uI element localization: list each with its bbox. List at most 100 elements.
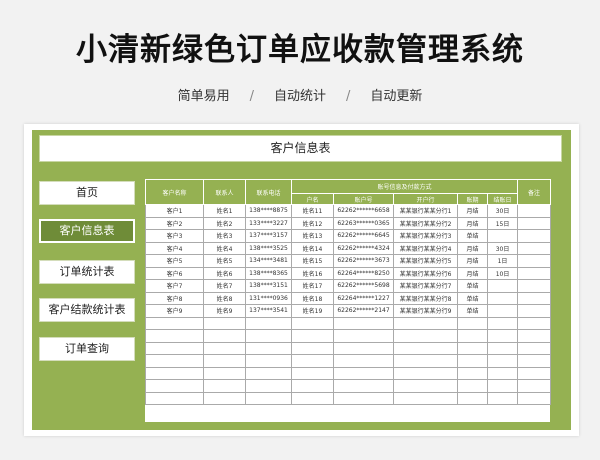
cell-account-no[interactable]: 62262******4324 (333, 241, 394, 255)
table-row-empty[interactable] (145, 354, 552, 368)
table-cell-empty[interactable] (486, 366, 519, 380)
cell-terms[interactable]: 月结 (457, 204, 488, 218)
cell-settle-day[interactable]: 30日 (486, 241, 519, 255)
table-cell-empty[interactable] (517, 366, 552, 380)
table-cell-empty[interactable] (486, 341, 519, 355)
table-row-empty[interactable] (145, 316, 552, 330)
cell-account-no[interactable]: 62264******8250 (333, 266, 394, 280)
table-row[interactable]: 客户9 姓名9 137****3541 姓名19 62262******2147 某某银行… (145, 304, 552, 318)
cell-contact[interactable]: 姓名8 (203, 291, 246, 305)
cell-terms[interactable]: 月结 (457, 254, 488, 268)
table-cell-empty[interactable] (393, 366, 458, 380)
table-cell-empty[interactable] (203, 391, 246, 405)
cell-terms[interactable]: 单结 (457, 229, 488, 243)
cell-account-name[interactable]: 姓名17 (291, 279, 334, 293)
table-cell-empty[interactable] (245, 316, 292, 330)
cell-remark[interactable] (517, 241, 552, 255)
table-cell-empty[interactable] (203, 379, 246, 393)
table-cell-empty[interactable] (517, 329, 552, 343)
cell-account-name[interactable]: 姓名13 (291, 229, 334, 243)
table-row[interactable]: 客户2 姓名2 133****3227 姓名12 62263******0365 某某银行… (145, 216, 552, 230)
cell-phone[interactable]: 138****3151 (245, 279, 292, 293)
table-cell-empty[interactable] (291, 354, 334, 368)
cell-account-name[interactable]: 姓名11 (291, 204, 334, 218)
cell-contact[interactable]: 姓名6 (203, 266, 246, 280)
cell-phone[interactable]: 137****3157 (245, 229, 292, 243)
cell-account-no[interactable]: 62262******6658 (333, 204, 394, 218)
table-cell-empty[interactable] (457, 391, 488, 405)
cell-phone[interactable]: 138****3525 (245, 241, 292, 255)
cell-remark[interactable] (517, 266, 552, 280)
cell-account-no[interactable]: 62264******1227 (333, 291, 394, 305)
cell-customer-name[interactable]: 客户7 (145, 279, 204, 293)
cell-bank[interactable]: 某某银行某某分行8 (393, 291, 458, 305)
cell-account-no[interactable]: 62262******5698 (333, 279, 394, 293)
cell-phone[interactable]: 138****8365 (245, 266, 292, 280)
cell-account-name[interactable]: 姓名18 (291, 291, 334, 305)
table-cell-empty[interactable] (145, 379, 204, 393)
cell-bank[interactable]: 某某银行某某分行9 (393, 304, 458, 318)
table-cell-empty[interactable] (517, 391, 552, 405)
table-cell-empty[interactable] (145, 316, 204, 330)
table-cell-empty[interactable] (393, 329, 458, 343)
cell-customer-name[interactable]: 客户4 (145, 241, 204, 255)
table-cell-empty[interactable] (333, 329, 394, 343)
table-cell-empty[interactable] (486, 379, 519, 393)
cell-settle-day[interactable]: 1日 (486, 254, 519, 268)
cell-remark[interactable] (517, 216, 552, 230)
cell-terms[interactable]: 月结 (457, 216, 488, 230)
table-cell-empty[interactable] (457, 341, 488, 355)
table-cell-empty[interactable] (291, 341, 334, 355)
cell-account-no[interactable]: 62262******2147 (333, 304, 394, 318)
table-cell-empty[interactable] (203, 366, 246, 380)
table-cell-empty[interactable] (393, 341, 458, 355)
table-cell-empty[interactable] (333, 391, 394, 405)
cell-contact[interactable]: 姓名7 (203, 279, 246, 293)
table-cell-empty[interactable] (245, 379, 292, 393)
table-cell-empty[interactable] (457, 379, 488, 393)
cell-account-name[interactable]: 姓名14 (291, 241, 334, 255)
cell-contact[interactable]: 姓名3 (203, 229, 246, 243)
table-row[interactable]: 客户6 姓名6 138****8365 姓名16 62264******8250 某某银行… (145, 266, 552, 280)
table-cell-empty[interactable] (517, 316, 552, 330)
cell-phone[interactable]: 131****0936 (245, 291, 292, 305)
nav-customer-info-button[interactable]: 客户信息表 (39, 219, 135, 243)
table-row-empty[interactable] (145, 379, 552, 393)
cell-contact[interactable]: 姓名4 (203, 241, 246, 255)
table-cell-empty[interactable] (145, 391, 204, 405)
cell-customer-name[interactable]: 客户5 (145, 254, 204, 268)
cell-settle-day[interactable]: 10日 (486, 266, 519, 280)
table-cell-empty[interactable] (245, 366, 292, 380)
cell-account-name[interactable]: 姓名16 (291, 266, 334, 280)
nav-home-button[interactable]: 首页 (39, 181, 135, 205)
table-cell-empty[interactable] (333, 341, 394, 355)
table-row-empty[interactable] (145, 329, 552, 343)
cell-account-no[interactable]: 62263******0365 (333, 216, 394, 230)
table-row-empty[interactable] (145, 341, 552, 355)
cell-contact[interactable]: 姓名1 (203, 204, 246, 218)
table-cell-empty[interactable] (457, 316, 488, 330)
cell-terms[interactable]: 单结 (457, 279, 488, 293)
table-cell-empty[interactable] (333, 366, 394, 380)
cell-settle-day[interactable] (486, 279, 519, 293)
cell-settle-day[interactable]: 30日 (486, 204, 519, 218)
cell-customer-name[interactable]: 客户8 (145, 291, 204, 305)
table-cell-empty[interactable] (203, 341, 246, 355)
cell-remark[interactable] (517, 304, 552, 318)
cell-phone[interactable]: 137****3541 (245, 304, 292, 318)
cell-remark[interactable] (517, 254, 552, 268)
table-cell-empty[interactable] (457, 366, 488, 380)
table-row[interactable]: 客户7 姓名7 138****3151 姓名17 62262******5698 某某银行… (145, 279, 552, 293)
cell-bank[interactable]: 某某银行某某分行7 (393, 279, 458, 293)
cell-account-no[interactable]: 62262******6645 (333, 229, 394, 243)
table-cell-empty[interactable] (486, 354, 519, 368)
cell-bank[interactable]: 某某银行某某分行4 (393, 241, 458, 255)
cell-settle-day[interactable]: 15日 (486, 216, 519, 230)
cell-account-name[interactable]: 姓名12 (291, 216, 334, 230)
cell-customer-name[interactable]: 客户2 (145, 216, 204, 230)
cell-phone[interactable]: 133****3227 (245, 216, 292, 230)
table-row[interactable]: 客户1 姓名1 138****8875 姓名11 62262******6658 某某银行… (145, 204, 552, 218)
table-cell-empty[interactable] (291, 366, 334, 380)
table-cell-empty[interactable] (203, 354, 246, 368)
cell-customer-name[interactable]: 客户1 (145, 204, 204, 218)
